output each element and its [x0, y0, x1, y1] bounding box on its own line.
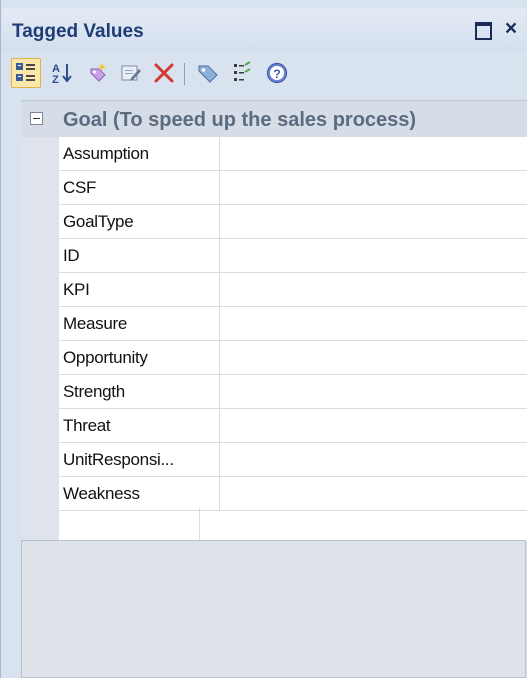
property-row[interactable]: ID	[59, 239, 527, 273]
grid-gutter	[21, 137, 59, 541]
toolbar: A Z ?	[11, 55, 526, 93]
property-grid: Goal (To speed up the sales process) Ass…	[21, 100, 527, 541]
property-row[interactable]: Weakness	[59, 477, 527, 511]
toolbar-separator	[184, 63, 185, 85]
property-name: Weakness	[59, 477, 220, 510]
property-value[interactable]	[221, 171, 527, 204]
property-name: Measure	[59, 307, 220, 340]
property-row[interactable]: Assumption	[59, 137, 527, 171]
property-row[interactable]: Strength	[59, 375, 527, 409]
maximize-icon[interactable]	[472, 17, 494, 41]
property-value[interactable]	[221, 137, 527, 170]
sort-alphabetical-icon[interactable]: A Z	[47, 58, 77, 88]
svg-text:Z: Z	[52, 74, 59, 85]
collapse-icon[interactable]	[30, 112, 43, 125]
tagged-values-window: Tagged Values × A Z ? Goal (To speed up …	[0, 0, 527, 678]
property-value[interactable]	[221, 443, 527, 476]
property-name: CSF	[59, 171, 220, 204]
property-row[interactable]: UnitResponsi...	[59, 443, 527, 477]
property-value[interactable]	[221, 375, 527, 408]
property-name: Opportunity	[59, 341, 220, 374]
column-divider	[199, 508, 200, 540]
property-name: KPI	[59, 273, 220, 306]
property-name: UnitResponsi...	[59, 443, 220, 476]
help-icon[interactable]: ?	[262, 58, 292, 88]
property-row[interactable]: GoalType	[59, 205, 527, 239]
property-value[interactable]	[221, 307, 527, 340]
property-value[interactable]	[221, 239, 527, 272]
property-value[interactable]	[221, 341, 527, 374]
close-icon[interactable]: ×	[500, 17, 522, 41]
property-row[interactable]: Measure	[59, 307, 527, 341]
tag-icon[interactable]	[193, 58, 223, 88]
delete-icon[interactable]	[149, 58, 179, 88]
show-all-icon[interactable]	[227, 58, 257, 88]
window-title: Tagged Values	[12, 21, 144, 42]
property-row[interactable]: Threat	[59, 409, 527, 443]
new-tag-icon[interactable]	[83, 58, 113, 88]
property-row[interactable]: KPI	[59, 273, 527, 307]
property-value[interactable]	[221, 273, 527, 306]
window-title-bar: Tagged Values ×	[2, 8, 526, 52]
category-label: Goal (To speed up the sales process)	[63, 109, 417, 131]
category-row[interactable]: Goal (To speed up the sales process)	[21, 101, 527, 137]
categorized-view-icon[interactable]	[11, 58, 41, 88]
property-value[interactable]	[221, 205, 527, 238]
edit-notes-icon[interactable]	[116, 58, 146, 88]
property-name: Strength	[59, 375, 220, 408]
property-value[interactable]	[221, 477, 527, 510]
description-panel	[21, 540, 526, 678]
property-name: GoalType	[59, 205, 220, 238]
property-name: Assumption	[59, 137, 220, 170]
property-row[interactable]: CSF	[59, 171, 527, 205]
svg-text:?: ?	[273, 67, 280, 81]
property-name: ID	[59, 239, 220, 272]
property-value[interactable]	[221, 409, 527, 442]
property-row[interactable]: Opportunity	[59, 341, 527, 375]
property-name: Threat	[59, 409, 220, 442]
